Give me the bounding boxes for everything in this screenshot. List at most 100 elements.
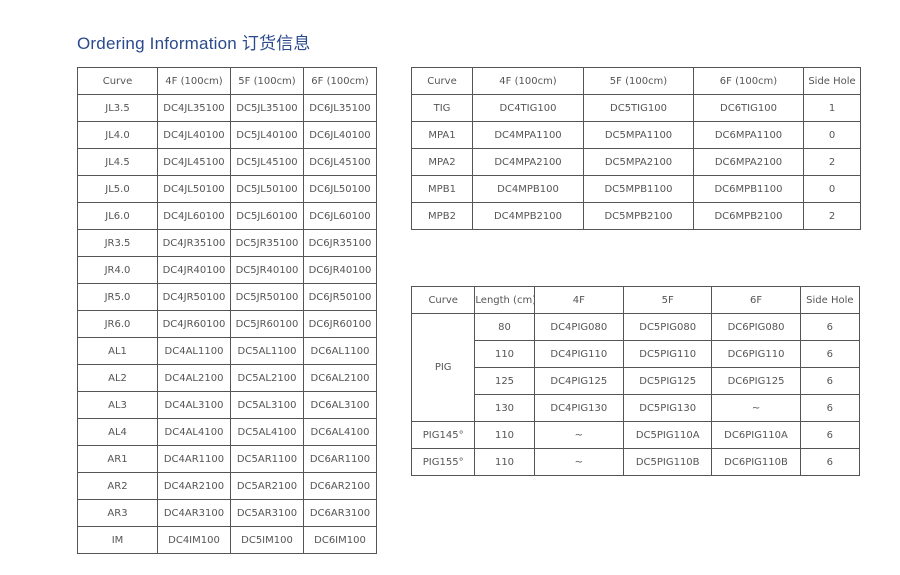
table-cell: DC5AL2100 (230, 364, 304, 392)
table-cell: DC5TIG100 (583, 94, 694, 122)
table-cell: DC4AL4100 (157, 418, 231, 446)
table-cell: DC6JL60100 (303, 202, 377, 230)
table-cell: DC5JL50100 (230, 175, 304, 203)
table-cell: 6 (799, 367, 861, 395)
table-row: JR6.0 DC4JR60100 DC5JR60100 DC6JR60100 (77, 310, 377, 338)
table-cell: DC5JL40100 (230, 121, 304, 149)
table-cell: DC4PIG125 (533, 367, 625, 395)
table-cell: DC5JR35100 (230, 229, 304, 257)
table-cell: DC6JR40100 (303, 256, 377, 284)
table-cell: DC6AL2100 (303, 364, 377, 392)
table-cell: DC4MPA1100 (472, 121, 584, 149)
column-header: 5F (100cm) (583, 67, 694, 95)
table-cell: JR3.5 (77, 229, 158, 257)
table-header-row: Curve 4F (100cm) 5F (100cm) 6F (100cm) (77, 67, 377, 95)
table-cell: AR3 (77, 499, 158, 527)
table-cell: MPA2 (411, 148, 473, 176)
table-cell: DC6JR60100 (303, 310, 377, 338)
table-cell: MPB2 (411, 202, 473, 230)
table-cell: DC6AR2100 (303, 472, 377, 500)
column-header: 6F (100cm) (303, 67, 377, 95)
table-cell: JL3.5 (77, 94, 158, 122)
table-row: PIG145° 110 ~ DC5PIG110A DC6PIG110A 6 (410, 421, 861, 449)
table-row: AL1 DC4AL1100 DC5AL1100 DC6AL1100 (77, 337, 377, 365)
table-cell: DC4JL60100 (157, 202, 231, 230)
table-cell: AL3 (77, 391, 158, 419)
table-cell: DC6PIG080 (711, 313, 801, 341)
table-cell: AR1 (77, 445, 158, 473)
left-ordering-table: Curve 4F (100cm) 5F (100cm) 6F (100cm) J… (77, 67, 377, 554)
table-cell: AR2 (77, 472, 158, 500)
page-title: Ordering Information 订货信息 (77, 34, 311, 53)
table-cell: DC4PIG080 (533, 313, 625, 341)
table-cell: DC6MPA2100 (693, 148, 804, 176)
table-row: JL3.5 DC4JL35100 DC5JL35100 DC6JL35100 (77, 94, 377, 122)
table-row: MPA1 DC4MPA1100 DC5MPA1100 DC6MPA1100 0 (411, 121, 861, 149)
table-row: AL2 DC4AL2100 DC5AL2100 DC6AL2100 (77, 364, 377, 392)
table-row: JR5.0 DC4JR50100 DC5JR50100 DC6JR50100 (77, 283, 377, 311)
table-cell: DC5JL35100 (230, 94, 304, 122)
table-cell: 130 (474, 394, 535, 422)
table-cell: 110 (474, 340, 535, 368)
table-cell: 2 (803, 148, 861, 176)
right-bottom-ordering-table: Curve Length (cm) 4F 5F 6F Side Hole PIG… (410, 286, 861, 476)
pig-curve-cell: PIG (410, 313, 476, 422)
table-cell: 0 (803, 175, 861, 203)
right-top-ordering-table: Curve 4F (100cm) 5F (100cm) 6F (100cm) S… (411, 67, 861, 230)
table-cell: DC4AR1100 (157, 445, 231, 473)
table-row: JR3.5 DC4JR35100 DC5JR35100 DC6JR35100 (77, 229, 377, 257)
table-row: JL6.0 DC4JL60100 DC5JL60100 DC6JL60100 (77, 202, 377, 230)
table-cell: 6 (799, 340, 861, 368)
table-cell: AL2 (77, 364, 158, 392)
column-header: 4F (533, 286, 625, 314)
table-cell: DC4JL45100 (157, 148, 231, 176)
table-cell: DC4JR60100 (157, 310, 231, 338)
right-bottom-table-body: PIG 80 DC4PIG080 DC5PIG080 DC6PIG080 6 110 DC4P… (410, 313, 861, 476)
table-cell: DC4AL2100 (157, 364, 231, 392)
table-row: MPB1 DC4MPB100 DC5MPB1100 DC6MPB1100 0 (411, 175, 861, 203)
table-cell: 1 (803, 94, 861, 122)
table-cell: DC5JR60100 (230, 310, 304, 338)
table-cell: DC4AL3100 (157, 391, 231, 419)
table-cell: TIG (411, 94, 473, 122)
table-cell: 125 (474, 367, 535, 395)
table-row: JL4.0 DC4JL40100 DC5JL40100 DC6JL40100 (77, 121, 377, 149)
table-cell: JL6.0 (77, 202, 158, 230)
table-cell: DC4JR50100 (157, 283, 231, 311)
table-row: 130 DC4PIG130 DC5PIG130 ~6 (412, 394, 861, 422)
table-cell: DC6PIG110 (711, 340, 801, 368)
table-cell: DC6JL35100 (303, 94, 377, 122)
right-top-table-body: TIG DC4TIG100 DC5TIG100 DC6TIG100 1 MPA1 DC4MP… (411, 94, 861, 230)
table-cell: DC6JL45100 (303, 148, 377, 176)
table-cell: DC6AR1100 (303, 445, 377, 473)
table-cell: AL4 (77, 418, 158, 446)
table-cell: JL4.0 (77, 121, 158, 149)
table-cell: DC5PIG130 (623, 394, 713, 422)
table-cell: DC4TIG100 (472, 94, 584, 122)
table-cell: DC6PIG110A (711, 421, 801, 449)
table-cell: DC6MPB2100 (693, 202, 804, 230)
column-header: Length (cm) (474, 286, 535, 314)
table-row: AL4 DC4AL4100 DC5AL4100 DC6AL4100 (77, 418, 377, 446)
table-cell: DC6AL1100 (303, 337, 377, 365)
table-cell: DC5MPB1100 (583, 175, 694, 203)
table-cell: DC4AL1100 (157, 337, 231, 365)
table-cell: PIG145° (410, 421, 476, 449)
column-header: 4F (100cm) (157, 67, 231, 95)
table-cell: DC6TIG100 (693, 94, 804, 122)
column-header: 5F (623, 286, 713, 314)
table-cell: DC6JR35100 (303, 229, 377, 257)
table-cell: DC5AL1100 (230, 337, 304, 365)
table-cell: DC5JL45100 (230, 148, 304, 176)
table-row: MPA2 DC4MPA2100 DC5MPA2100 DC6MPA2100 2 (411, 148, 861, 176)
table-cell: 2 (803, 202, 861, 230)
table-cell: DC4JR40100 (157, 256, 231, 284)
table-cell: DC6PIG125 (711, 367, 801, 395)
table-cell: DC5PIG110 (623, 340, 713, 368)
table-cell: DC4PIG130 (533, 394, 625, 422)
table-cell: DC5AR1100 (230, 445, 304, 473)
column-header: Side Hole (799, 286, 861, 314)
table-cell: DC4AR3100 (157, 499, 231, 527)
table-cell: DC4PIG110 (533, 340, 625, 368)
column-header: Curve (411, 67, 473, 95)
